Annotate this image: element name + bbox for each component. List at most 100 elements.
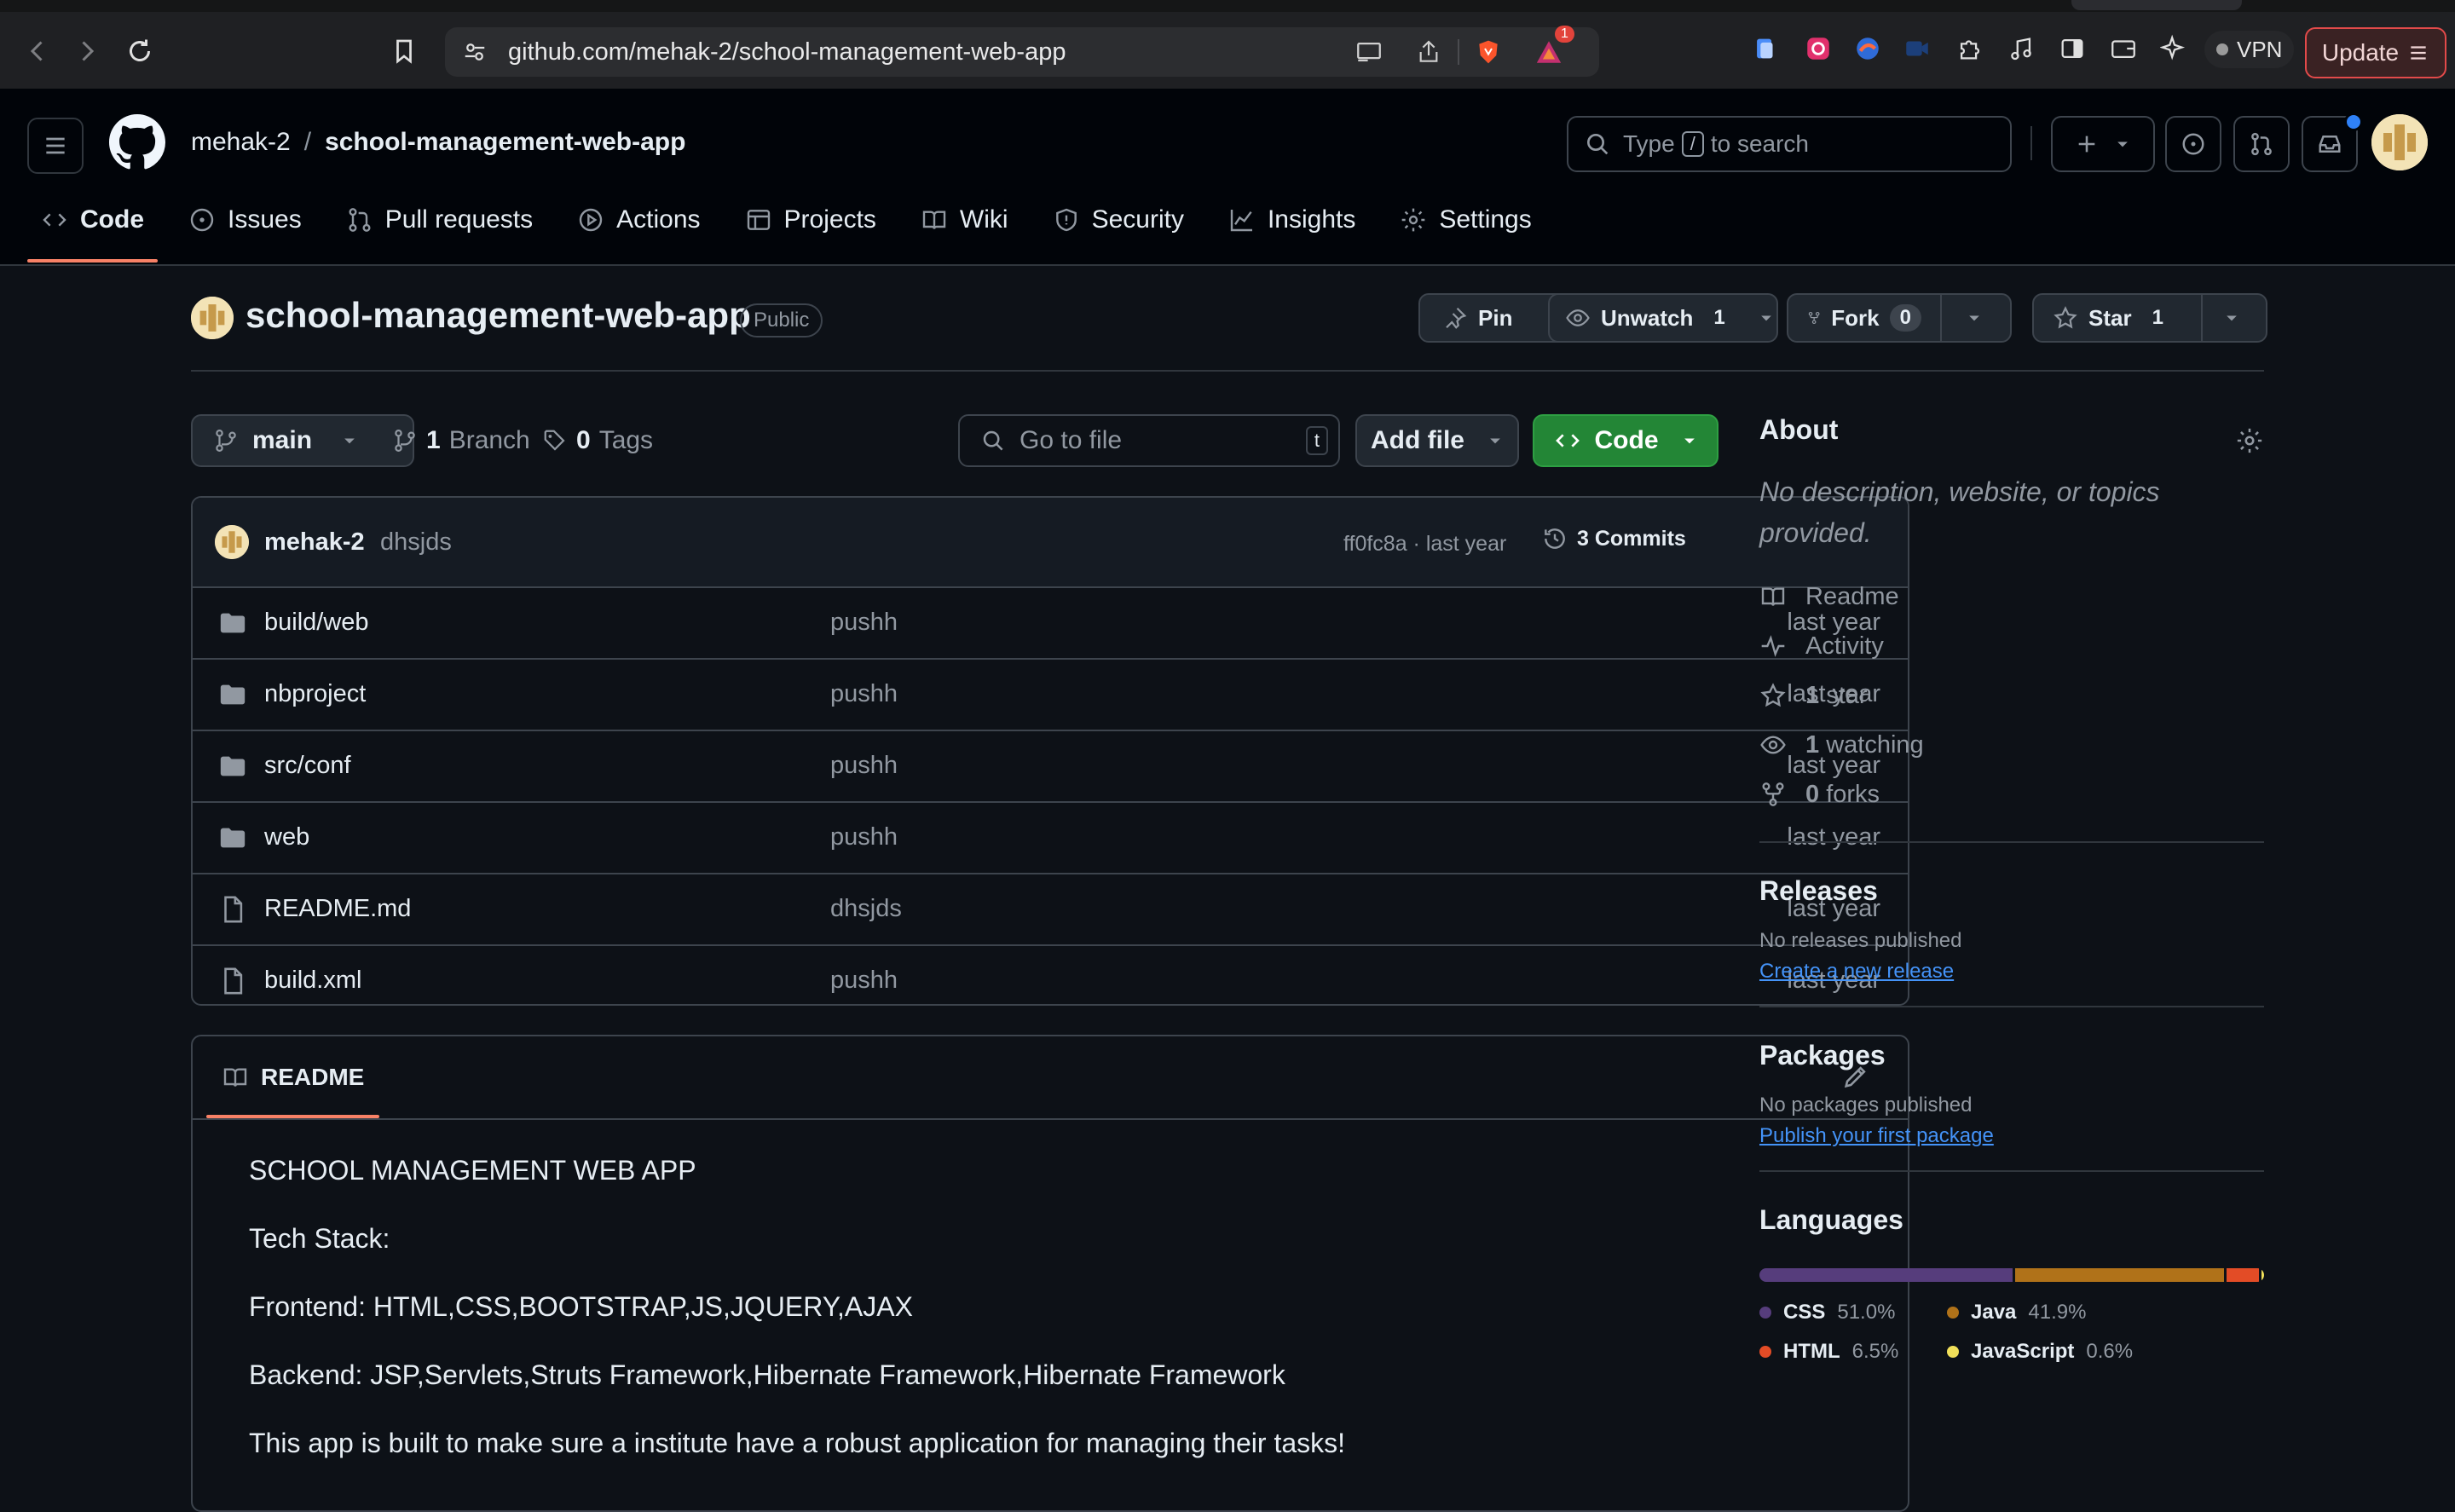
commits-link[interactable]: 3 Commits [1541, 525, 1686, 552]
fork-dropdown[interactable] [1940, 295, 2007, 341]
back-icon[interactable] [19, 32, 56, 70]
about-item-watching[interactable]: 1 watching [1759, 720, 2264, 770]
book-icon [223, 1068, 247, 1087]
tag-count-label: Tags [598, 426, 654, 454]
extension-camera-icon[interactable] [1804, 34, 1833, 63]
go-to-file-input[interactable]: Go to file t [958, 414, 1340, 467]
pull-requests-button[interactable] [2233, 116, 2290, 172]
create-new-button[interactable] [2051, 116, 2155, 172]
fork-button[interactable]: Fork 0 [1787, 293, 2012, 343]
tab-wiki[interactable]: Wiki [907, 191, 1022, 249]
play-icon [579, 208, 603, 232]
tab-insights[interactable]: Insights [1215, 191, 1369, 249]
vpn-button[interactable]: VPN [2204, 31, 2295, 68]
gear-icon[interactable] [2235, 426, 2264, 455]
file-name[interactable]: web [264, 823, 309, 851]
branches-link[interactable]: 1 Branch [392, 426, 530, 455]
table-row[interactable]: build/web pushh last year [193, 588, 1908, 660]
table-row[interactable]: nbproject pushh last year [193, 660, 1908, 731]
file-commit-message[interactable]: dhsjds [830, 895, 902, 923]
create-release-link[interactable]: Create a new release [1759, 960, 2264, 984]
readme-panel: README SCHOOL MANAGEMENT WEB APP Tech Sta… [191, 1035, 1909, 1512]
file-commit-message[interactable]: pushh [830, 823, 898, 851]
star-dropdown[interactable] [2201, 295, 2261, 341]
tab-code[interactable]: Code [27, 191, 158, 263]
repo-owner-avatar[interactable] [191, 297, 234, 339]
share-icon[interactable] [1415, 38, 1442, 66]
file-name[interactable]: README.md [264, 895, 411, 923]
add-file-button[interactable]: Add file [1355, 414, 1519, 467]
table-row[interactable]: web pushh last year [193, 803, 1908, 874]
table-row[interactable]: src/conf pushh last year [193, 731, 1908, 803]
tab-actions[interactable]: Actions [563, 191, 713, 249]
releases-title[interactable]: Releases [1759, 875, 2264, 907]
star-label: Star [2088, 304, 2132, 331]
language-item[interactable]: JavaScript 0.6% [1947, 1340, 2203, 1364]
commit-hash-time[interactable]: ff0fc8a · last year [1343, 532, 1506, 557]
language-item[interactable]: HTML 6.5% [1759, 1340, 1947, 1364]
wallet-icon[interactable] [2109, 34, 2138, 63]
about-item-forks[interactable]: 0 forks [1759, 770, 2264, 819]
site-settings-icon[interactable] [462, 39, 488, 65]
readme-header: README [193, 1036, 1908, 1120]
extension-video-icon[interactable] [1903, 34, 1932, 63]
issues-button[interactable] [2165, 116, 2221, 172]
commit-author[interactable]: mehak-2 [264, 528, 365, 557]
tab-security[interactable]: Security [1039, 191, 1198, 249]
publish-package-link[interactable]: Publish your first package [1759, 1124, 2264, 1148]
file-commit-message[interactable]: pushh [830, 609, 898, 637]
file-name[interactable]: src/conf [264, 752, 351, 780]
about-item-star[interactable]: 1 star [1759, 671, 2264, 720]
reload-icon[interactable] [121, 32, 159, 70]
url-text[interactable]: github.com/mehak-2/school-management-web… [508, 38, 1066, 66]
repo-name[interactable]: school-management-web-app [246, 295, 751, 336]
file-name[interactable]: build.xml [264, 967, 361, 995]
table-row[interactable]: build.xml pushh last year [193, 946, 1908, 1004]
file-commit-message[interactable]: pushh [830, 752, 898, 780]
address-bar[interactable]: github.com/mehak-2/school-management-web… [445, 26, 1599, 77]
file-name[interactable]: build/web [264, 609, 369, 637]
tags-link[interactable]: 0 Tags [542, 426, 653, 455]
music-icon[interactable] [2007, 34, 2036, 63]
readme-tab[interactable]: README [205, 1064, 380, 1118]
branch-selector[interactable]: main [191, 414, 414, 467]
star-button[interactable]: Star 1 [2032, 293, 2267, 343]
breadcrumb-owner[interactable]: mehak-2 [191, 128, 291, 157]
active-tab-hint[interactable] [2071, 0, 2242, 10]
extension-docs-icon[interactable] [1751, 34, 1780, 63]
extensions-puzzle-icon[interactable] [1955, 34, 1984, 63]
cast-icon[interactable] [1354, 38, 1384, 66]
forward-icon[interactable] [68, 32, 106, 70]
user-avatar[interactable] [2371, 114, 2428, 170]
about-item-Readme[interactable]: Readme [1759, 572, 2264, 621]
packages-title[interactable]: Packages [1759, 1040, 2264, 1071]
tab-issues[interactable]: Issues [175, 191, 315, 249]
star-icon [1760, 683, 1786, 707]
language-percent: 41.9% [2028, 1301, 2087, 1324]
update-button[interactable]: Update [2305, 27, 2446, 78]
sidebar-toggle-icon[interactable] [2058, 34, 2087, 63]
file-commit-message[interactable]: pushh [830, 967, 898, 995]
file-name[interactable]: nbproject [264, 680, 366, 708]
tab-projects[interactable]: Projects [731, 191, 890, 249]
commit-message[interactable]: dhsjds [380, 528, 452, 557]
github-logo-icon[interactable] [109, 114, 165, 170]
leo-ai-icon[interactable] [2160, 34, 2189, 63]
language-item[interactable]: CSS 51.0% [1759, 1301, 1947, 1324]
languages-title: Languages [1759, 1204, 1903, 1235]
table-row[interactable]: README.md dhsjds last year [193, 874, 1908, 946]
file-commit-message[interactable]: pushh [830, 680, 898, 708]
breadcrumb-repo[interactable]: school-management-web-app [325, 128, 685, 157]
language-item[interactable]: Java 41.9% [1947, 1301, 2203, 1324]
unwatch-button[interactable]: Unwatch 1 [1548, 293, 1778, 343]
bookmark-icon[interactable] [385, 32, 423, 70]
about-item-Activity[interactable]: Activity [1759, 621, 2264, 671]
extension-globe-icon[interactable] [1853, 34, 1882, 63]
brave-shield-icon[interactable] [1475, 38, 1502, 66]
global-search-input[interactable]: Type / to search [1567, 116, 2012, 172]
global-menu-button[interactable] [27, 118, 84, 174]
tab-settings[interactable]: Settings [1386, 191, 1545, 249]
commit-author-avatar[interactable] [215, 525, 249, 559]
tab-pull-requests[interactable]: Pull requests [332, 191, 546, 249]
code-dropdown-button[interactable]: Code [1533, 414, 1718, 467]
